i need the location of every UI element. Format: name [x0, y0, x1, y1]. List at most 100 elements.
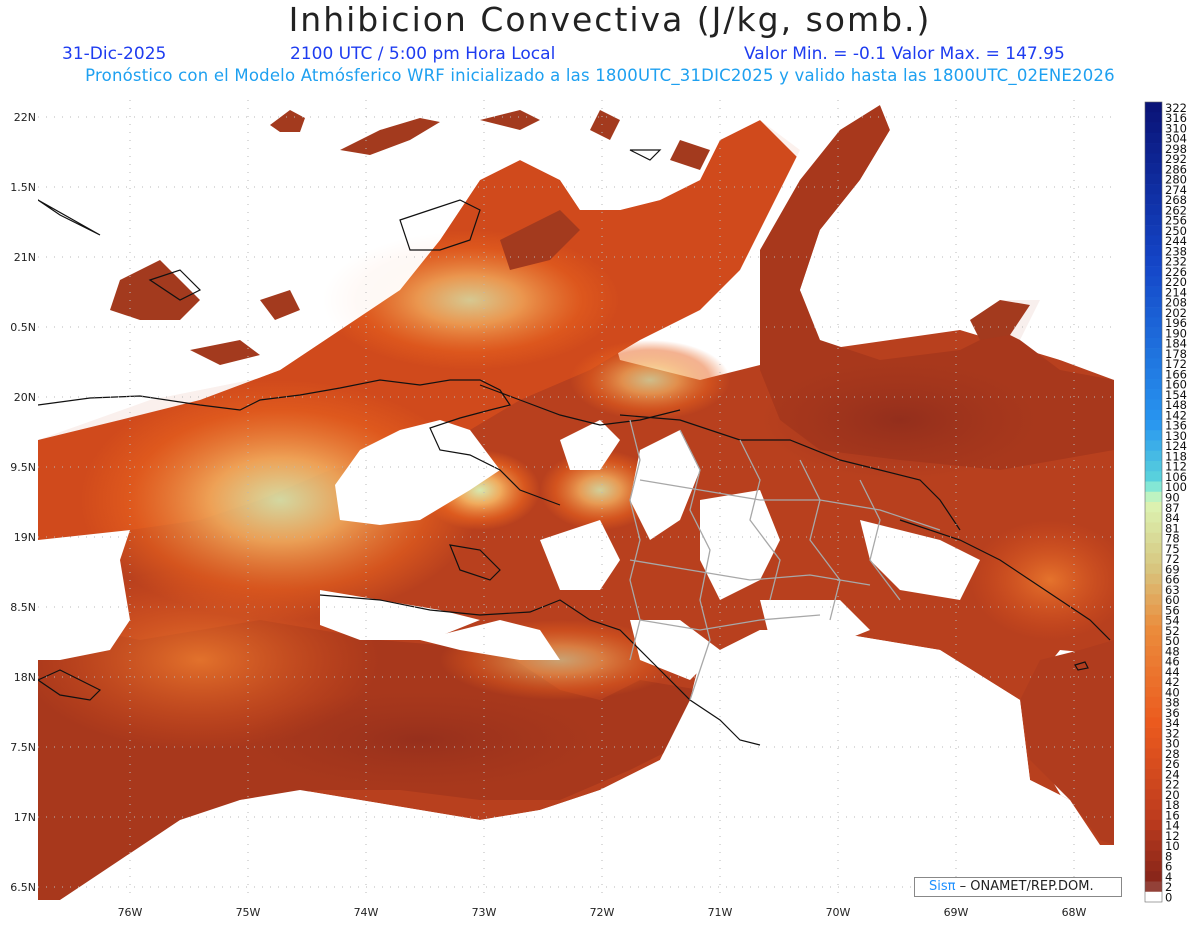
colorbar-swatch	[1145, 543, 1162, 554]
colorbar-swatch	[1145, 317, 1162, 328]
colorbar-swatch	[1145, 255, 1162, 267]
lon-labels: 76W 75W 74W 73W 72W 71W 70W 69W 68W	[118, 906, 1087, 919]
colorbar-swatch	[1145, 604, 1162, 616]
colorbar-swatch	[1145, 676, 1162, 687]
colorbar-swatch	[1145, 666, 1162, 677]
lon-label: 71W	[708, 906, 733, 919]
colorbar-swatch	[1145, 112, 1162, 123]
colorbar-swatch	[1145, 276, 1162, 287]
lat-label: 1.5N	[10, 181, 36, 194]
colorbar-swatch	[1145, 184, 1162, 195]
colorbar-swatch	[1145, 409, 1162, 421]
colorbar-swatch	[1145, 491, 1162, 503]
colorbar-swatch	[1145, 163, 1162, 175]
credit-box: Sisπ – ONAMET/REP.DOM.	[914, 877, 1122, 897]
colorbar-swatch	[1145, 245, 1162, 257]
gradient-east-bright	[570, 340, 730, 420]
blank-west-sea	[38, 530, 130, 660]
colorbar-swatch	[1145, 214, 1162, 226]
colorbar-swatch	[1145, 368, 1162, 380]
colorbar-swatch	[1145, 645, 1162, 657]
colorbar-swatch	[1145, 881, 1162, 893]
lat-label: 17N	[14, 811, 36, 824]
sispi-logo: Sisπ	[929, 879, 956, 894]
lon-label: 70W	[826, 906, 851, 919]
lon-label: 74W	[354, 906, 379, 919]
colorbar-swatch	[1145, 809, 1162, 821]
lon-label: 69W	[944, 906, 969, 919]
colorbar-swatch	[1145, 358, 1162, 369]
colorbar-swatch	[1145, 378, 1162, 390]
colorbar-swatch	[1145, 563, 1162, 575]
colorbar-swatch	[1145, 450, 1162, 462]
lat-label: 7.5N	[10, 741, 36, 754]
lon-label: 75W	[236, 906, 261, 919]
colorbar: 3223163103042982922862802742682622562502…	[1144, 101, 1187, 905]
colorbar-swatch	[1145, 748, 1162, 759]
colorbar-swatch	[1145, 522, 1162, 534]
colorbar-swatch	[1145, 655, 1162, 667]
gradient-east-dark	[760, 360, 1040, 480]
colorbar-swatch	[1145, 707, 1162, 718]
colorbar-swatch	[1145, 840, 1162, 852]
lat-label: 22N	[14, 111, 36, 124]
colorbar-swatch	[1145, 235, 1162, 246]
colorbar-swatch	[1145, 532, 1162, 544]
lat-label: 0.5N	[10, 321, 36, 334]
colorbar-swatch	[1145, 307, 1162, 318]
colorbar-swatch	[1145, 481, 1162, 493]
colorbar-swatch	[1145, 860, 1162, 872]
colorbar-swatch	[1145, 389, 1162, 400]
credit-text: – ONAMET/REP.DOM.	[959, 879, 1094, 894]
colorbar-swatch	[1145, 789, 1162, 800]
colorbar-swatch	[1145, 460, 1162, 472]
colorbar-swatch	[1145, 440, 1162, 452]
colorbar-swatch	[1145, 430, 1162, 441]
colorbar-swatch	[1145, 696, 1162, 708]
colorbar-swatch	[1145, 614, 1162, 626]
lon-label: 72W	[590, 906, 615, 919]
forecast-map: 22N 1.5N 21N 0.5N 20N 9.5N 19N 8.5N 18N …	[10, 100, 1187, 919]
lat-labels: 22N 1.5N 21N 0.5N 20N 9.5N 19N 8.5N 18N …	[10, 111, 36, 894]
colorbar-swatch	[1145, 758, 1162, 769]
colorbar-swatch	[1145, 891, 1162, 903]
lat-label: 6.5N	[10, 881, 36, 894]
colorbar-swatch	[1145, 799, 1162, 810]
lon-label: 76W	[118, 906, 143, 919]
colorbar-swatch	[1145, 399, 1162, 410]
lat-label: 18N	[14, 671, 36, 684]
colorbar-swatch	[1145, 266, 1162, 277]
colorbar-swatch	[1145, 502, 1162, 513]
colorbar-swatch	[1145, 194, 1162, 205]
colorbar-swatch	[1145, 635, 1162, 646]
colorbar-swatch	[1145, 819, 1162, 831]
colorbar-swatch	[1145, 717, 1162, 728]
cin-field	[38, 100, 1114, 900]
colorbar-swatch	[1145, 737, 1162, 749]
colorbar-swatch	[1145, 348, 1162, 359]
colorbar-swatch	[1145, 850, 1162, 862]
lat-label: 8.5N	[10, 601, 36, 614]
lat-label: 21N	[14, 251, 36, 264]
gradient-south-dark	[240, 690, 600, 790]
colorbar-swatch	[1145, 625, 1162, 636]
colorbar-swatch	[1145, 584, 1162, 595]
colorbar-swatch	[1145, 153, 1162, 164]
lon-label: 73W	[472, 906, 497, 919]
colorbar-swatch	[1145, 337, 1162, 349]
colorbar-swatch	[1145, 327, 1162, 339]
colorbar-swatch	[1145, 132, 1162, 144]
colorbar-swatch	[1145, 871, 1162, 882]
colorbar-swatch	[1145, 471, 1162, 482]
colorbar-swatch	[1145, 686, 1162, 698]
colorbar-swatch	[1145, 727, 1162, 739]
colorbar-swatch	[1145, 286, 1162, 298]
colorbar-swatch	[1145, 573, 1162, 585]
colorbar-swatch	[1145, 102, 1162, 113]
colorbar-label: 0	[1165, 891, 1172, 905]
colorbar-swatch	[1145, 296, 1162, 308]
colorbar-swatch	[1145, 204, 1162, 216]
colorbar-swatch	[1145, 143, 1162, 154]
colorbar-swatch	[1145, 419, 1162, 431]
colorbar-swatch	[1145, 830, 1162, 841]
